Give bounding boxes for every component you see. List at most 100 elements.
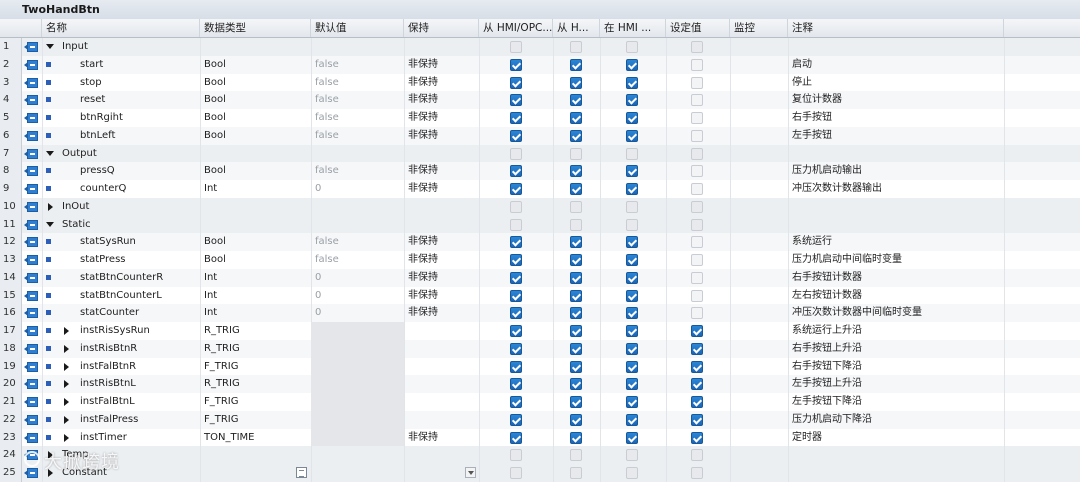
row-number[interactable]: 9	[0, 180, 22, 198]
setpoint-checkbox[interactable]	[691, 236, 703, 249]
hmi-opc-checkbox[interactable]	[510, 271, 522, 284]
hmi-h-checkbox[interactable]	[570, 41, 582, 53]
expand-arrow-icon[interactable]	[64, 433, 69, 442]
hmi-opc-checkbox[interactable]	[510, 236, 522, 249]
hmi-h-checkbox[interactable]	[570, 112, 582, 124]
param-default[interactable]: false	[311, 109, 404, 127]
in-hmi-checkbox[interactable]	[626, 467, 638, 479]
setpoint-checkbox[interactable]	[691, 467, 703, 479]
hmi-opc-checkbox[interactable]	[510, 360, 522, 373]
param-datatype[interactable]	[200, 446, 311, 464]
param-comment[interactable]	[788, 216, 1004, 234]
param-name[interactable]: Output	[58, 145, 200, 163]
in-hmi-checkbox[interactable]	[626, 41, 638, 53]
setpoint-checkbox[interactable]	[691, 147, 703, 160]
setpoint-checkbox[interactable]	[691, 413, 703, 426]
table-row[interactable]: 3 stop Bool false 非保持 停止	[0, 73, 1080, 92]
setpoint-checkbox[interactable]	[691, 360, 703, 373]
param-default[interactable]: false	[311, 127, 404, 145]
param-comment[interactable]: 定时器	[788, 429, 1004, 447]
table-row[interactable]: 17 instRisSysRun R_TRIG 系统运行上升沿	[0, 322, 1080, 340]
hmi-opc-checkbox[interactable]	[510, 342, 522, 355]
section-row[interactable]: 7 Output	[0, 144, 1080, 163]
param-retain[interactable]: 非保持	[404, 91, 479, 109]
table-row[interactable]: 16 statCounter Int 0 非保持 冲压次数计数器中间临时变量	[0, 304, 1080, 322]
hmi-opc-checkbox[interactable]	[510, 289, 522, 302]
row-number[interactable]: 17	[0, 322, 22, 340]
param-retain[interactable]: 非保持	[404, 109, 479, 127]
expand-arrow-icon[interactable]	[64, 344, 69, 353]
setpoint-checkbox[interactable]	[691, 396, 703, 408]
hmi-opc-checkbox[interactable]	[510, 165, 522, 178]
param-name[interactable]: Static	[58, 216, 200, 234]
collapse-arrow-icon[interactable]	[46, 44, 54, 49]
row-number[interactable]: 15	[0, 286, 22, 305]
table-row[interactable]: 5 btnRgiht Bool false 非保持 右手按钮	[0, 109, 1080, 127]
hmi-opc-checkbox[interactable]	[510, 431, 522, 444]
param-retain[interactable]	[404, 411, 479, 429]
hmi-h-checkbox[interactable]	[570, 378, 582, 391]
param-name[interactable]: btnLeft	[76, 127, 200, 145]
expand-arrow-icon[interactable]	[64, 380, 69, 389]
param-retain[interactable]	[404, 446, 479, 464]
in-hmi-checkbox[interactable]	[626, 200, 638, 213]
setpoint-checkbox[interactable]	[691, 218, 703, 231]
param-name[interactable]: instRisBtnL	[76, 375, 200, 393]
row-number[interactable]: 21	[0, 393, 22, 411]
expand-arrow-icon[interactable]	[64, 415, 69, 424]
param-name[interactable]: instTimer	[76, 429, 200, 447]
hmi-opc-checkbox[interactable]	[510, 254, 522, 266]
param-name[interactable]: stop	[76, 74, 200, 92]
setpoint-checkbox[interactable]	[691, 271, 703, 284]
row-number[interactable]: 25	[0, 464, 22, 482]
param-comment[interactable]: 左手按钮	[788, 127, 1004, 145]
param-retain[interactable]	[404, 340, 479, 358]
setpoint-checkbox[interactable]	[691, 325, 703, 337]
table-row[interactable]: 22 instFalPress F_TRIG 压力机启动下降沿	[0, 410, 1080, 429]
param-default[interactable]	[311, 340, 404, 358]
param-datatype[interactable]	[200, 38, 311, 56]
param-name[interactable]: pressQ	[76, 162, 200, 180]
param-retain[interactable]: 非保持	[404, 74, 479, 92]
param-datatype[interactable]: F_TRIG	[200, 393, 311, 411]
table-row[interactable]: 15 statBtnCounterL Int 0 非保持 左右按钮计数器	[0, 286, 1080, 305]
hmi-opc-checkbox[interactable]	[510, 41, 522, 53]
setpoint-checkbox[interactable]	[691, 58, 703, 71]
row-number[interactable]: 13	[0, 251, 22, 269]
in-hmi-checkbox[interactable]	[626, 431, 638, 444]
hmi-opc-checkbox[interactable]	[510, 200, 522, 213]
in-hmi-checkbox[interactable]	[626, 147, 638, 160]
param-retain[interactable]	[404, 375, 479, 393]
hmi-h-checkbox[interactable]	[570, 76, 582, 89]
hmi-h-checkbox[interactable]	[570, 218, 582, 231]
param-name[interactable]: start	[76, 56, 200, 74]
param-datatype[interactable]: Bool	[200, 251, 311, 269]
hmi-h-checkbox[interactable]	[570, 413, 582, 426]
hmi-h-checkbox[interactable]	[570, 165, 582, 178]
expand-arrow-icon[interactable]	[48, 202, 53, 211]
hmi-opc-checkbox[interactable]	[510, 183, 522, 195]
param-default[interactable]	[311, 393, 404, 411]
row-number[interactable]: 24	[0, 446, 22, 464]
table-row[interactable]: 19 instFalBtnR F_TRIG 右手按钮下降沿	[0, 357, 1080, 376]
param-comment[interactable]: 冲压次数计数器输出	[788, 180, 1004, 198]
param-retain[interactable]	[404, 358, 479, 376]
param-name[interactable]: reset	[76, 91, 200, 109]
param-comment[interactable]: 右手按钮	[788, 109, 1004, 127]
param-comment[interactable]: 压力机启动中间临时变量	[788, 251, 1004, 269]
param-datatype[interactable]: R_TRIG	[200, 322, 311, 340]
param-datatype[interactable]	[200, 464, 311, 482]
table-row[interactable]: 6 btnLeft Bool false 非保持 左手按钮	[0, 126, 1080, 145]
column-header-default[interactable]: 默认值	[311, 19, 404, 37]
param-datatype[interactable]: Bool	[200, 127, 311, 145]
in-hmi-checkbox[interactable]	[626, 413, 638, 426]
row-number[interactable]: 12	[0, 233, 22, 251]
table-row[interactable]: 9 counterQ Int 0 非保持 冲压次数计数器输出	[0, 180, 1080, 198]
row-number[interactable]: 20	[0, 375, 22, 393]
hmi-opc-checkbox[interactable]	[510, 307, 522, 320]
table-row[interactable]: 21 instFalBtnL F_TRIG 左手按钮下降沿	[0, 393, 1080, 411]
param-name[interactable]: statSysRun	[76, 233, 200, 251]
param-default[interactable]: false	[311, 162, 404, 180]
setpoint-checkbox[interactable]	[691, 307, 703, 320]
param-retain[interactable]: 非保持	[404, 251, 479, 269]
